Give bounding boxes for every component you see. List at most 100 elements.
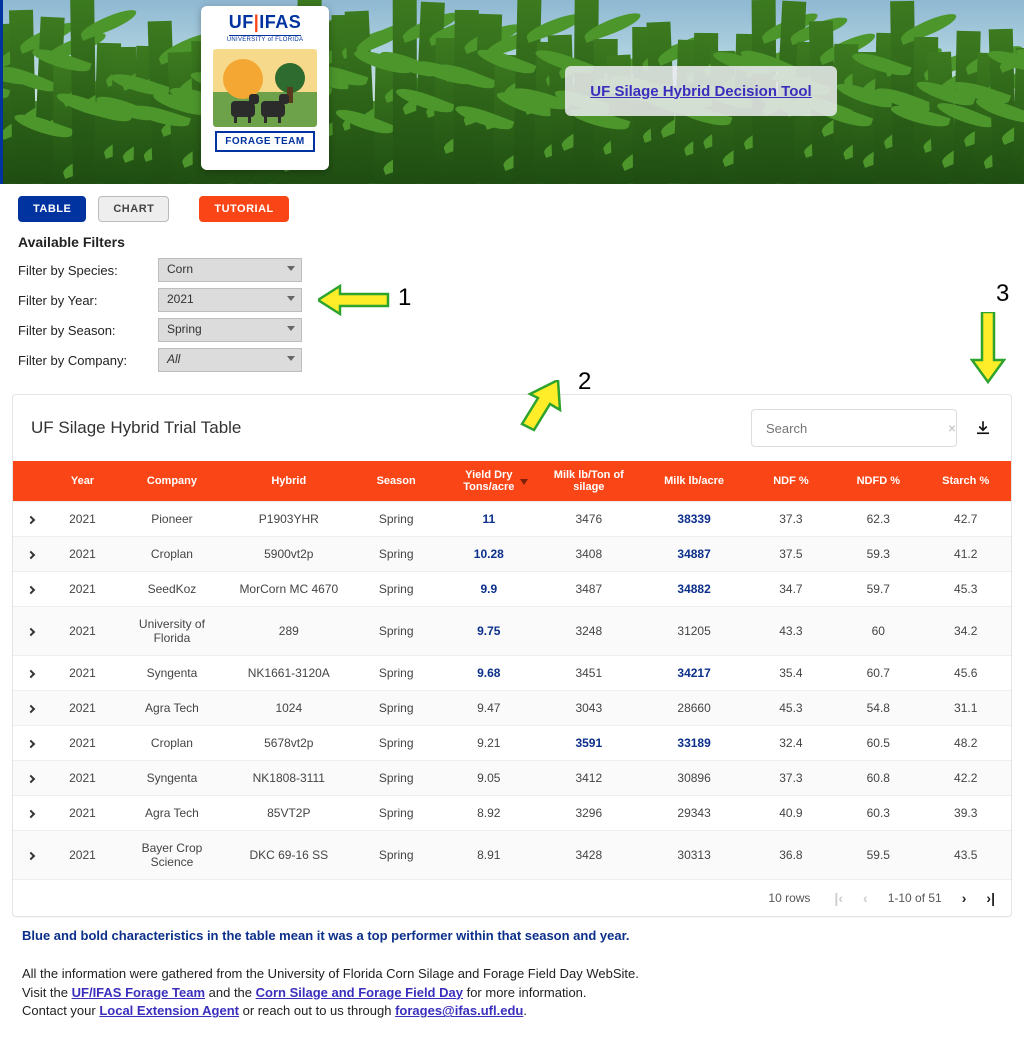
cell-hybrid: 5900vt2p <box>228 537 350 572</box>
link-contact-email[interactable]: forages@ifas.ufl.edu <box>395 1003 523 1018</box>
cell-hybrid: 1024 <box>228 691 350 726</box>
col-header[interactable]: Year <box>49 461 116 502</box>
cell-year: 2021 <box>49 502 116 537</box>
expand-row-button[interactable] <box>13 572 49 607</box>
filter-season-select[interactable]: Spring <box>158 318 302 342</box>
download-button[interactable] <box>973 418 993 438</box>
expand-row-button[interactable] <box>13 726 49 761</box>
page-size-select[interactable]: 10 rows <box>768 891 816 905</box>
table-row: 2021Agra Tech1024Spring9.4730432866045.3… <box>13 691 1011 726</box>
chevron-down-icon <box>287 356 295 361</box>
link-field-day[interactable]: Corn Silage and Forage Field Day <box>256 985 463 1000</box>
pager-next[interactable]: › <box>962 890 967 906</box>
cell-milk_ton: 3296 <box>535 796 642 831</box>
col-header[interactable]: NDF % <box>746 461 837 502</box>
cell-milk_ton: 3451 <box>535 656 642 691</box>
filter-company-label: Filter by Company: <box>18 353 148 368</box>
expand-row-button[interactable] <box>13 502 49 537</box>
cell-hybrid: DKC 69-16 SS <box>228 831 350 880</box>
cell-yield: 9.47 <box>442 691 535 726</box>
cell-ndf: 35.4 <box>746 656 837 691</box>
filter-year-select[interactable]: 2021 <box>158 288 302 312</box>
cell-company: Agra Tech <box>116 691 228 726</box>
expand-row-button[interactable] <box>13 607 49 656</box>
cell-ndfd: 60.7 <box>836 656 920 691</box>
cell-yield: 11 <box>442 502 535 537</box>
expand-row-button[interactable] <box>13 761 49 796</box>
cell-starch: 31.1 <box>920 691 1011 726</box>
tab-table[interactable]: TABLE <box>18 196 86 222</box>
cell-season: Spring <box>350 726 443 761</box>
cell-ndfd: 62.3 <box>836 502 920 537</box>
cell-starch: 45.3 <box>920 572 1011 607</box>
cell-starch: 39.3 <box>920 796 1011 831</box>
cell-year: 2021 <box>49 537 116 572</box>
filter-species-select[interactable]: Corn <box>158 258 302 282</box>
col-header[interactable]: Milk lb/Ton of silage <box>535 461 642 502</box>
card-title: UF Silage Hybrid Trial Table <box>31 418 241 438</box>
chevron-down-icon <box>287 296 295 301</box>
table-row: 2021SeedKozMorCorn MC 4670Spring9.934873… <box>13 572 1011 607</box>
link-forage-team[interactable]: UF/IFAS Forage Team <box>72 985 205 1000</box>
brand-subtext: UNIVERSITY of FLORIDA <box>207 37 323 43</box>
cell-year: 2021 <box>49 726 116 761</box>
cell-hybrid: P1903YHR <box>228 502 350 537</box>
search-box[interactable]: × <box>751 409 957 447</box>
chevron-right-icon <box>27 586 35 594</box>
brand-logo-card: UF|IFAS UNIVERSITY of FLORIDA FORAGE TEA… <box>201 6 329 170</box>
filter-season-label: Filter by Season: <box>18 323 148 338</box>
cell-starch: 43.5 <box>920 831 1011 880</box>
chevron-right-icon <box>27 810 35 818</box>
tab-chart[interactable]: CHART <box>98 196 169 222</box>
cell-milk_ton: 3428 <box>535 831 642 880</box>
tab-tutorial[interactable]: TUTORIAL <box>199 196 288 222</box>
results-card: UF Silage Hybrid Trial Table × YearCompa… <box>12 394 1012 917</box>
expand-row-button[interactable] <box>13 691 49 726</box>
cell-starch: 45.6 <box>920 656 1011 691</box>
expand-row-button[interactable] <box>13 831 49 880</box>
chevron-right-icon <box>27 670 35 678</box>
col-header[interactable]: Company <box>116 461 228 502</box>
cell-company: Croplan <box>116 537 228 572</box>
cell-starch: 42.2 <box>920 761 1011 796</box>
cell-company: Syngenta <box>116 656 228 691</box>
top-performer-note: Blue and bold characteristics in the tab… <box>22 927 1002 946</box>
expand-row-button[interactable] <box>13 796 49 831</box>
pager-first[interactable]: |‹ <box>834 890 843 906</box>
expand-row-button[interactable] <box>13 537 49 572</box>
col-header[interactable]: Hybrid <box>228 461 350 502</box>
cell-company: University of Florida <box>116 607 228 656</box>
col-header[interactable]: NDFD % <box>836 461 920 502</box>
col-header[interactable]: Yield Dry Tons/acre <box>442 461 535 502</box>
cell-milk_ton: 3248 <box>535 607 642 656</box>
cell-yield: 9.05 <box>442 761 535 796</box>
col-header[interactable]: Season <box>350 461 443 502</box>
clear-search-icon[interactable]: × <box>948 420 956 436</box>
cell-ndfd: 60.3 <box>836 796 920 831</box>
table-row: 2021Agra Tech85VT2PSpring8.9232962934340… <box>13 796 1011 831</box>
page-title-link[interactable]: UF Silage Hybrid Decision Tool <box>590 83 811 100</box>
cell-ndfd: 54.8 <box>836 691 920 726</box>
cell-season: Spring <box>350 656 443 691</box>
sort-desc-icon <box>519 476 529 486</box>
footer-notes: Blue and bold characteristics in the tab… <box>0 917 1024 1037</box>
expand-row-button[interactable] <box>13 656 49 691</box>
col-header[interactable]: Milk lb/acre <box>643 461 746 502</box>
col-header[interactable]: Starch % <box>920 461 1011 502</box>
footer-visit-line: Visit the UF/IFAS Forage Team and the Co… <box>22 984 1002 1003</box>
cell-ndfd: 60.5 <box>836 726 920 761</box>
cell-milk_ton: 3591 <box>535 726 642 761</box>
cell-milk_ton: 3476 <box>535 502 642 537</box>
table-row: 2021University of Florida289Spring9.7532… <box>13 607 1011 656</box>
pager-last[interactable]: ›| <box>986 890 995 906</box>
search-input[interactable] <box>766 421 942 436</box>
chevron-down-icon <box>287 326 295 331</box>
table-row: 2021Croplan5678vt2pSpring9.2135913318932… <box>13 726 1011 761</box>
cell-year: 2021 <box>49 831 116 880</box>
results-table: YearCompanyHybridSeasonYield Dry Tons/ac… <box>13 461 1011 879</box>
link-extension-agent[interactable]: Local Extension Agent <box>99 1003 239 1018</box>
cell-season: Spring <box>350 761 443 796</box>
cell-year: 2021 <box>49 607 116 656</box>
filter-company-select[interactable]: All <box>158 348 302 372</box>
pager-prev[interactable]: ‹ <box>863 890 868 906</box>
